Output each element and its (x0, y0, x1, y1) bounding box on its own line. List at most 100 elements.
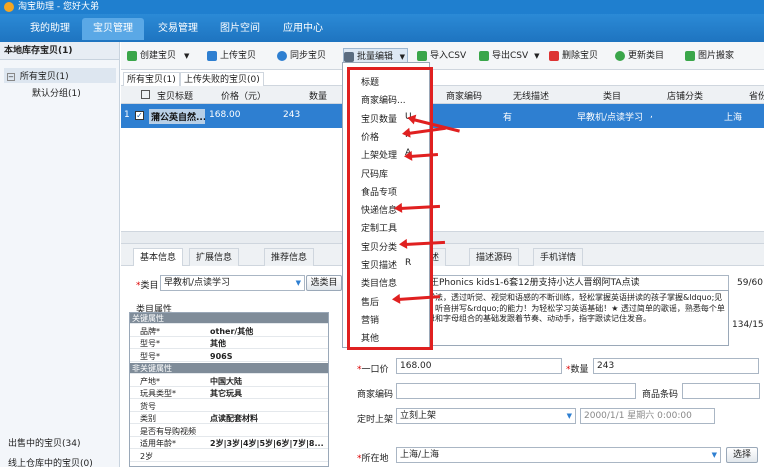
location-select[interactable]: 上海/上海 ▼ (396, 447, 721, 463)
location-choose-button[interactable]: 选择 (726, 447, 758, 463)
app-title: 淘宝助理 - 您好大弟 (18, 2, 99, 12)
delete-item-button[interactable]: 删除宝贝 (549, 48, 598, 64)
tab-description-source[interactable]: 描述源码 (469, 248, 520, 266)
cell-wireless[interactable]: 有 (503, 110, 512, 123)
select-all-checkbox[interactable] (141, 90, 150, 99)
tab-mobile-detail[interactable]: 手机详情 (533, 248, 584, 266)
cell-province[interactable]: 上海 (724, 110, 742, 123)
sidebar-item-label: 所有宝贝(1) (19, 72, 69, 82)
code-label: 商家编码 (357, 390, 394, 400)
attr-row[interactable]: 货号 (130, 401, 328, 412)
export-icon (479, 51, 489, 61)
attr-row[interactable]: 产地* 中国大陆 (130, 376, 328, 387)
tab-all-items[interactable]: 所有宝贝(1) (123, 72, 180, 86)
row-checkbox[interactable]: ✓ (135, 111, 144, 120)
chevron-down-icon[interactable]: ▼ (534, 52, 539, 60)
cell-shopcat[interactable]: , (650, 110, 653, 120)
tab-basic-info[interactable]: 基本信息 (133, 248, 184, 266)
attr-key: 型号* (140, 339, 160, 348)
grid-header: 宝贝标题 价格（元） 数量 商家编码 无线描述 类目 店铺分类 省份 (121, 86, 764, 104)
price-label: *一口价 (357, 365, 389, 375)
barcode-input[interactable] (682, 383, 760, 399)
toolbar: 创建宝贝 ▼ 上传宝贝 同步宝贝 批量编辑 ▼ 导入CSV 导出CSV ▼ 删除宝贝 … (121, 42, 764, 70)
attr-row[interactable]: 是否有导购视频 (130, 426, 328, 437)
attr-row[interactable]: 2岁 (130, 451, 328, 462)
title-input[interactable]: 然拼读王Phonics kids1-6套12册支持小达人晋纲阿TA点读 (399, 275, 729, 291)
col-header-category[interactable]: 类目 (603, 89, 621, 102)
col-header-province[interactable]: 省份 (749, 89, 764, 102)
price-input[interactable]: 168.00 (396, 358, 562, 374)
chevron-down-icon: ▼ (566, 412, 572, 420)
col-header-wireless[interactable]: 无线描述 (513, 89, 549, 102)
item-subtabs: 所有宝贝(1) 上传失败的宝贝(0) (121, 70, 764, 86)
create-item-button[interactable]: 创建宝贝 ▼ (127, 48, 189, 64)
tab-app-center[interactable]: 应用中心 (275, 18, 331, 40)
tree-collapse-icon[interactable]: − (7, 73, 15, 81)
col-header-code[interactable]: 商家编码 (446, 89, 482, 102)
sync-item-button[interactable]: 同步宝贝 (277, 48, 326, 64)
sidebar-item-on-sale[interactable]: 出售中的宝贝(34) (8, 436, 80, 449)
attr-key: 是否有导购视频 (140, 426, 196, 436)
description-textarea[interactable]: 百年教学法，透过听觉、视觉和语感的不断训练，轻松掌握英语拼读的孩子掌握&ldqu… (399, 290, 729, 346)
desc-char-count: 134/150 (732, 320, 764, 330)
button-label: 导出CSV (492, 51, 529, 61)
cell-category[interactable]: 早教机/点读学习 (577, 110, 643, 123)
chevron-down-icon: ▼ (711, 451, 717, 459)
col-header-price[interactable]: 价格（元） (221, 89, 266, 102)
attr-key: 玩具类型* (140, 389, 176, 398)
timed-listing-select[interactable]: 立刻上架 ▼ (396, 408, 576, 424)
col-header-title[interactable]: 宝贝标题 (157, 89, 193, 102)
sidebar-item-default-group[interactable]: 默认分组(1) (32, 86, 81, 99)
cell-title[interactable]: 蒲公英自然... (149, 109, 205, 124)
attr-value: 点读配套材料 (210, 414, 258, 423)
cell-qty[interactable]: 243 (283, 110, 300, 120)
chevron-down-icon[interactable]: ▼ (184, 52, 189, 60)
attr-row[interactable]: 品牌* other/其他 (130, 326, 328, 337)
tab-upload-failed[interactable]: 上传失败的宝贝(0) (180, 72, 264, 86)
update-category-button[interactable]: 更新类目 (615, 48, 664, 64)
merchant-code-input[interactable] (396, 383, 636, 399)
cell-price[interactable]: 168.00 (209, 110, 241, 120)
sidebar-item-all[interactable]: − 所有宝贝(1) (4, 68, 116, 83)
tab-item-management[interactable]: 宝贝管理 (82, 18, 144, 40)
refresh-icon (615, 51, 625, 61)
tab-image-space[interactable]: 图片空间 (212, 18, 268, 40)
sync-icon (277, 51, 287, 61)
attribute-table: 关键属性 品牌* other/其他 型号* 其他 型号* 906S 非关键属性 产地* 中国大陆玩… (129, 312, 329, 467)
button-label: 删除宝贝 (562, 51, 599, 61)
col-header-shopcat[interactable]: 店铺分类 (667, 89, 703, 102)
detail-tabs: 基本信息 扩展信息 推荐信息 述 描述源码 手机详情 (121, 244, 764, 266)
attr-row[interactable]: 型号* 其他 (130, 338, 328, 349)
barcode-label: 商品条码 (642, 390, 679, 400)
tab-extended-info[interactable]: 扩展信息 (189, 248, 240, 266)
attr-value: 其它玩具 (210, 389, 242, 398)
qty-input[interactable]: 243 (593, 358, 759, 374)
attr-value: other/其他 (210, 326, 254, 336)
image-move-button[interactable]: 图片搬家 (685, 48, 734, 64)
grid-body (121, 128, 764, 232)
attr-row[interactable]: 玩具类型* 其它玩具 (130, 388, 328, 399)
attr-row[interactable]: 适用年龄* 2岁|3岁|4岁|5岁|6岁|7岁|8... (130, 438, 328, 449)
attr-row[interactable]: 型号* 906S (130, 351, 328, 362)
tab-trade-management[interactable]: 交易管理 (150, 18, 206, 40)
listing-date-input[interactable]: 2000/1/1 星期六 0:00:00 (580, 408, 715, 424)
select-category-button[interactable]: 选类目 (306, 275, 342, 291)
button-label: 上传宝贝 (220, 51, 257, 61)
category-select[interactable]: 早教机/点读学习 ▼ (160, 275, 305, 291)
delete-icon (549, 51, 559, 61)
attr-value: 其他 (210, 339, 226, 348)
attr-row[interactable]: 类别 点读配套材料 (130, 413, 328, 424)
button-label: 批量编辑 (357, 52, 394, 62)
attr-value: 中国大陆 (210, 376, 242, 386)
col-header-qty[interactable]: 数量 (309, 89, 327, 102)
title-bar: 淘宝助理 - 您好大弟 (0, 0, 764, 14)
upload-item-button[interactable]: 上传宝贝 (207, 48, 256, 64)
button-label: 创建宝贝 (140, 51, 177, 61)
sidebar-item-warehouse[interactable]: 线上仓库中的宝贝(0) (8, 456, 93, 469)
import-icon (417, 51, 427, 61)
attr-key: 非关键属性 (132, 364, 172, 373)
export-csv-button[interactable]: 导出CSV ▼ (479, 48, 540, 64)
tab-my-assistant[interactable]: 我的助理 (22, 18, 78, 40)
tab-recommend-info[interactable]: 推荐信息 (264, 248, 315, 266)
sidebar: 本地库存宝贝(1) − 所有宝贝(1) 默认分组(1) 出售中的宝贝(34) 线… (0, 42, 120, 469)
